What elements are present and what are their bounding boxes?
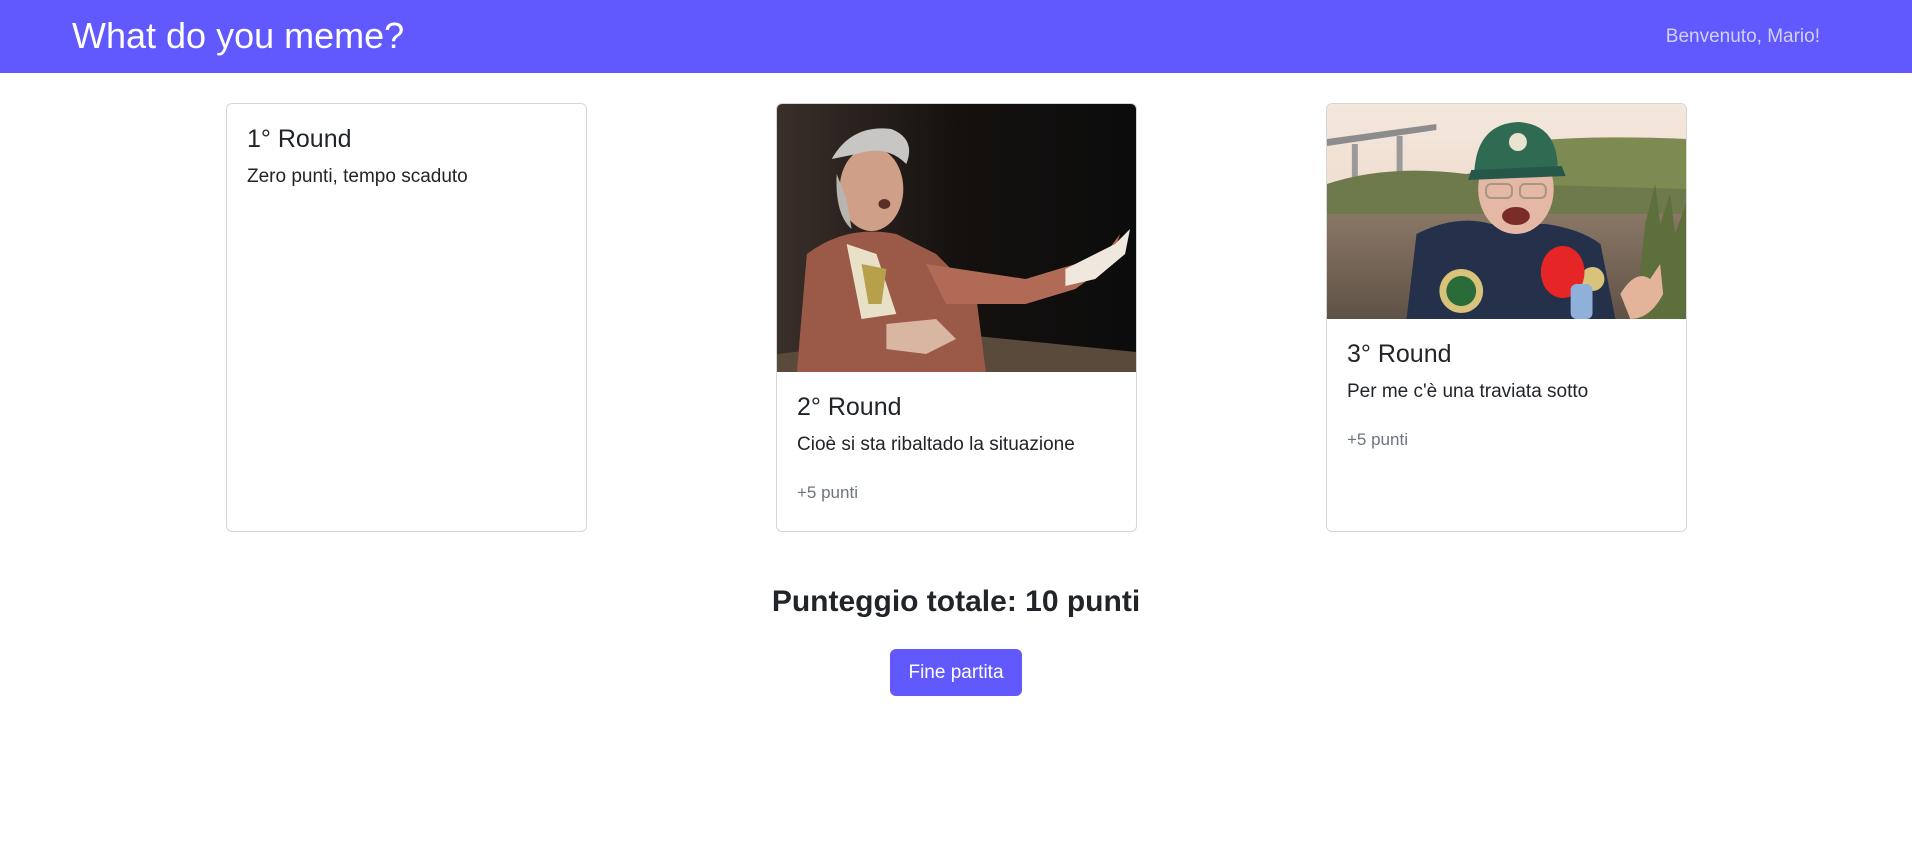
round-caption: Cioè si sta ribaltado la situazione (797, 434, 1075, 455)
end-game-button[interactable]: Fine partita (890, 649, 1022, 696)
card-body: 1° Round Zero punti, tempo scaduto (227, 104, 586, 190)
round-card-3: 3° Round Per me c'è una traviata sotto +… (1326, 103, 1687, 532)
round-points: +5 punti (797, 483, 858, 502)
card-body: 3° Round Per me c'è una traviata sotto +… (1327, 319, 1686, 451)
total-score: Punteggio totale: 10 punti (771, 585, 1141, 618)
round-caption: Per me c'è una traviata sotto (1347, 381, 1589, 402)
round-title: 1° Round (247, 125, 352, 153)
app-brand[interactable]: What do you meme? (72, 14, 404, 58)
card-body: 2° Round Cioè si sta ribaltado la situaz… (777, 372, 1136, 504)
round-title: 2° Round (797, 393, 902, 421)
round-title: 3° Round (1347, 340, 1452, 368)
round-points: +5 punti (1347, 430, 1408, 449)
meme-image (777, 104, 1136, 372)
meme-image (1327, 104, 1686, 319)
navbar: What do you meme? Benvenuto, Mario! (0, 0, 1912, 73)
meme-actor-image (777, 104, 1136, 372)
round-card-2: 2° Round Cioè si sta ribaltado la situaz… (776, 103, 1137, 532)
meme-river-image (1327, 104, 1686, 319)
round-caption: Zero punti, tempo scaduto (247, 166, 468, 187)
welcome-message: Benvenuto, Mario! (1665, 26, 1820, 47)
round-card-1: 1° Round Zero punti, tempo scaduto (226, 103, 587, 532)
